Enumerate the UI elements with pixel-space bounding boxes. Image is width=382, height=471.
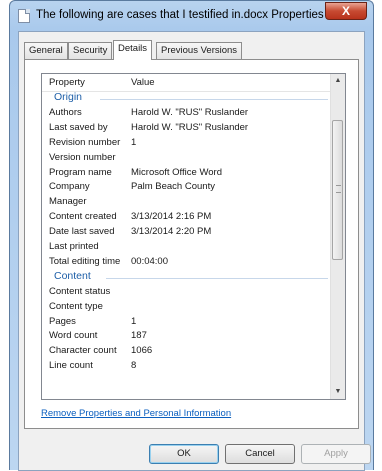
property-name: Last saved by xyxy=(49,121,108,133)
list-item[interactable]: Version number xyxy=(42,151,332,166)
list-item[interactable]: Character count 1066 xyxy=(42,344,332,359)
property-name: Revision number xyxy=(49,136,121,148)
scroll-down-arrow-icon[interactable]: ▼ xyxy=(331,385,345,399)
list-item[interactable]: Content created 3/13/2014 2:16 PM xyxy=(42,210,332,225)
group-divider xyxy=(100,99,328,100)
scroll-up-arrow-icon[interactable]: ▲ xyxy=(331,74,345,88)
property-name: Content type xyxy=(49,300,103,312)
property-name: Total editing time xyxy=(49,255,121,267)
property-name: Authors xyxy=(49,107,82,118)
cancel-button[interactable]: Cancel xyxy=(225,444,295,464)
close-button[interactable]: X xyxy=(325,2,367,20)
group-label: Content xyxy=(54,269,91,282)
list-item[interactable]: Authors Harold W. "RUS" Ruslander xyxy=(42,106,332,121)
list-item[interactable]: Program name Microsoft Office Word xyxy=(42,166,332,181)
property-name: Program name xyxy=(49,166,112,178)
group-origin: Origin xyxy=(42,91,332,106)
property-name: Version number xyxy=(49,151,116,163)
list-item[interactable]: Last printed xyxy=(42,240,332,255)
property-name: Content created xyxy=(49,211,117,223)
list-header: Property Value xyxy=(42,74,332,92)
column-value[interactable]: Value xyxy=(131,77,155,88)
tab-details[interactable]: Details xyxy=(113,40,153,60)
list-rows: Origin Authors Harold W. "RUS" Ruslander L… xyxy=(42,91,332,374)
property-value: Harold W. "RUS" Ruslander xyxy=(131,107,249,118)
property-name: Pages xyxy=(49,315,76,327)
document-icon xyxy=(18,9,30,23)
list-item[interactable]: Company Palm Beach County xyxy=(42,180,332,195)
list-item[interactable]: Date last saved 3/13/2014 2:20 PM xyxy=(42,225,332,240)
property-value: 8 xyxy=(131,360,137,372)
list-item[interactable]: Total editing time 00:04:00 xyxy=(42,255,332,270)
group-content: Content xyxy=(42,270,332,285)
property-name: Date last saved xyxy=(49,226,115,238)
property-value: 3/13/2014 2:16 PM xyxy=(131,211,212,223)
property-value: Palm Beach County xyxy=(131,181,215,193)
dialog-client: General Security Details Previous Versio… xyxy=(18,31,371,471)
group-divider xyxy=(106,277,328,279)
list-item[interactable]: Pages 1 xyxy=(42,315,332,330)
remove-properties-link[interactable]: Remove Properties and Personal Informati… xyxy=(41,408,231,419)
property-value: 1066 xyxy=(131,345,153,357)
property-name: Company xyxy=(49,181,90,193)
tab-security[interactable]: Security xyxy=(68,42,113,59)
grip-icon xyxy=(336,185,341,193)
property-value: Harold W. "RUS" Ruslander xyxy=(131,121,249,133)
list-item[interactable]: Revision number 1 xyxy=(42,136,332,151)
property-value: 1 xyxy=(131,136,137,148)
property-value: 187 xyxy=(131,330,147,342)
ok-button[interactable]: OK xyxy=(149,444,219,464)
tab-previous-versions[interactable]: Previous Versions xyxy=(156,42,243,59)
apply-button[interactable]: Apply xyxy=(301,444,371,464)
window-title: The following are cases that I testified… xyxy=(36,9,324,21)
property-name: Manager xyxy=(49,196,87,208)
list-item[interactable]: Manager xyxy=(42,195,332,210)
property-value: 3/13/2014 2:20 PM xyxy=(131,226,212,238)
list-item[interactable]: Line count 8 xyxy=(42,359,332,374)
properties-window: The following are cases that I testified… xyxy=(9,0,374,471)
list-item[interactable]: Word count 187 xyxy=(42,329,332,344)
list-item[interactable]: Last saved by Harold W. "RUS" Ruslander xyxy=(42,121,332,136)
list-item[interactable]: Content type xyxy=(42,300,332,315)
scroll-thumb[interactable] xyxy=(332,120,343,260)
property-value: Microsoft Office Word xyxy=(131,166,222,178)
group-label: Origin xyxy=(54,91,83,103)
column-property[interactable]: Property xyxy=(49,77,85,88)
details-panel: Property Value Origin Authors Harold W. "… xyxy=(24,59,359,429)
vertical-scrollbar[interactable]: ▲ ▼ xyxy=(330,74,345,399)
property-value: 00:04:00 xyxy=(131,255,168,267)
property-name: Word count xyxy=(49,330,98,342)
property-name: Character count xyxy=(49,345,117,357)
property-name: Line count xyxy=(49,360,93,372)
properties-list[interactable]: Property Value Origin Authors Harold W. "… xyxy=(41,73,346,400)
tab-general[interactable]: General xyxy=(24,42,68,59)
title-bar[interactable]: The following are cases that I testified… xyxy=(10,1,373,31)
property-value: 1 xyxy=(131,315,137,327)
property-name: Content status xyxy=(49,285,111,297)
list-item[interactable]: Content status xyxy=(42,285,332,300)
property-name: Last printed xyxy=(49,241,99,253)
